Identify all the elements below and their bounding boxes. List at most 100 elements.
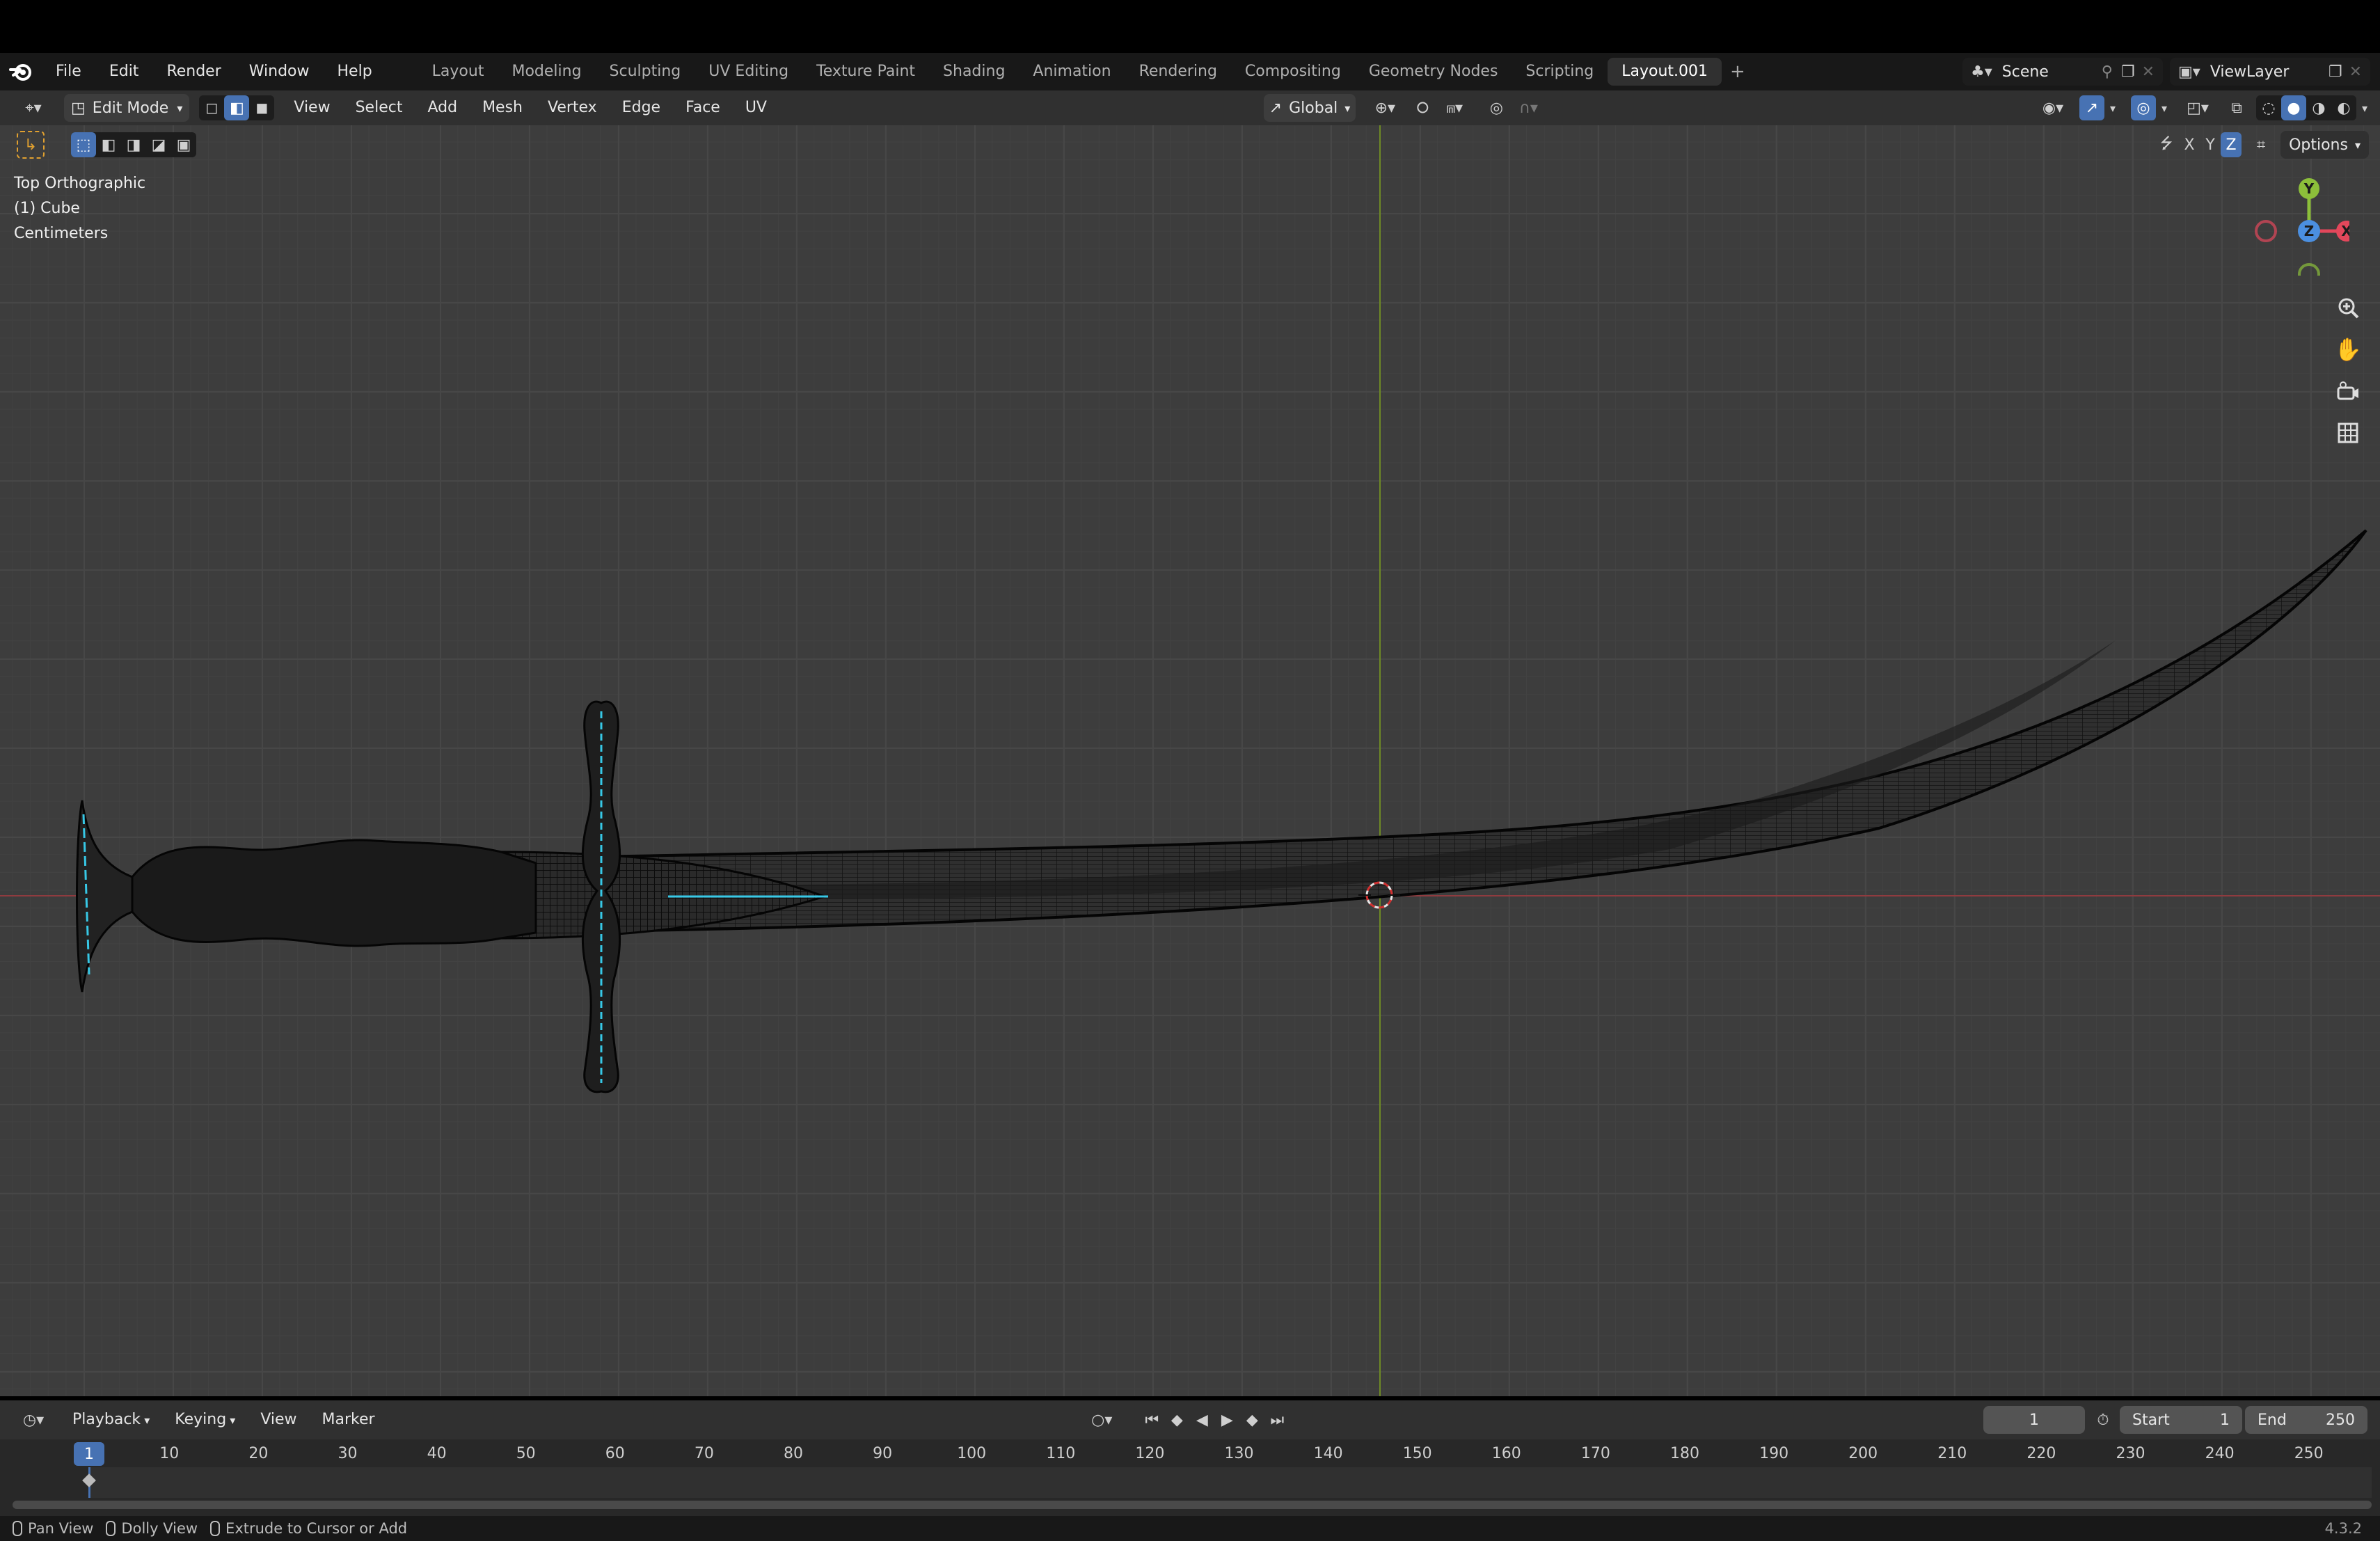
tab-scripting[interactable]: Scripting — [1512, 58, 1608, 86]
current-frame-field[interactable]: 1 — [1983, 1406, 2085, 1434]
menu-file[interactable]: File — [42, 58, 95, 86]
timeline-tick: 190 — [1759, 1445, 1789, 1462]
tab-sculpting[interactable]: Sculpting — [596, 58, 695, 86]
current-frame-value: 1 — [2029, 1411, 2039, 1429]
header-menu-add[interactable]: Add — [415, 94, 470, 122]
timeline-tick: 150 — [1402, 1445, 1432, 1462]
tab-rendering[interactable]: Rendering — [1125, 58, 1231, 86]
view-layer-name: ViewLayer — [2210, 63, 2290, 81]
snap-toggle-icon[interactable]: ⭘ — [1410, 95, 1435, 120]
snap-target-icon[interactable]: ⩎▾ — [1435, 95, 1474, 120]
mode-selector[interactable]: ◳ Edit Mode ▾ — [64, 94, 190, 122]
play-reverse-icon[interactable]: ◀ — [1189, 1407, 1214, 1432]
sword-mesh[interactable] — [0, 125, 2380, 1396]
mouse-right-icon — [210, 1521, 221, 1536]
tab-animation[interactable]: Animation — [1019, 58, 1125, 86]
falloff-icon[interactable]: ∩▾ — [1509, 95, 1548, 120]
timeline-menu-view[interactable]: View — [248, 1406, 309, 1434]
gizmo-dropdown-icon[interactable]: ▾ — [2104, 95, 2121, 120]
remove-scene-icon[interactable]: ✕ — [2142, 63, 2155, 81]
timeline-menu-playback[interactable]: Playback ▾ — [60, 1406, 162, 1434]
add-workspace-button[interactable]: + — [1722, 58, 1754, 86]
wireframe-shading-icon[interactable]: ◌ — [2256, 95, 2281, 120]
timeline-menu-keying[interactable]: Keying ▾ — [162, 1406, 248, 1434]
playhead-frame: 1 — [84, 1445, 94, 1463]
header-menu-mesh[interactable]: Mesh — [470, 94, 535, 122]
start-frame-field[interactable]: Start 1 — [2120, 1406, 2242, 1434]
tab-shading[interactable]: Shading — [929, 58, 1019, 86]
overlays-toggle-icon[interactable]: ◎ — [2131, 95, 2157, 120]
shading-dropdown-icon[interactable]: ▾ — [2356, 95, 2373, 120]
pivot-point-icon[interactable]: ⊕▾ — [1364, 95, 1406, 120]
tab-texture-paint[interactable]: Texture Paint — [802, 58, 929, 86]
timeline-tick: 40 — [427, 1445, 447, 1462]
timeline-tick: 110 — [1046, 1445, 1076, 1462]
header-menu-vertex[interactable]: Vertex — [535, 94, 610, 122]
playhead[interactable]: 1 — [74, 1442, 104, 1466]
remove-view-layer-icon[interactable]: ✕ — [2349, 63, 2362, 81]
chevron-down-icon: ▾ — [1344, 101, 1351, 115]
scene-selector[interactable]: ♣▾ Scene ⚲ ❐ ✕ — [1962, 58, 2163, 86]
visibility-icon[interactable]: ◉▾ — [2032, 95, 2074, 120]
blender-logo-icon[interactable] — [0, 58, 42, 86]
next-keyframe-icon[interactable]: ◆ — [1239, 1407, 1264, 1432]
tab-layout-001[interactable]: Layout.001 — [1608, 58, 1722, 86]
vertex-select-mode-icon[interactable]: ◻ — [199, 95, 224, 120]
new-scene-icon[interactable]: ❐ — [2121, 63, 2135, 81]
menu-edit[interactable]: Edit — [95, 58, 153, 86]
timeline-menu-marker[interactable]: Marker — [310, 1406, 388, 1434]
new-view-layer-icon[interactable]: ❐ — [2329, 63, 2342, 81]
timeline[interactable]: 10 20 30 40 50 60 70 80 90 100 110 120 130 140 150 160 1… — [0, 1439, 2380, 1516]
previous-keyframe-icon[interactable]: ◆ — [1164, 1407, 1189, 1432]
play-icon[interactable]: ▶ — [1214, 1407, 1239, 1432]
header-menu-face[interactable]: Face — [673, 94, 733, 122]
timeline-menu-label: Playback — [72, 1411, 141, 1428]
header-menu-select[interactable]: Select — [343, 94, 415, 122]
jump-to-end-icon[interactable]: ⏭ — [1264, 1407, 1290, 1432]
material-shading-icon[interactable]: ◑ — [2306, 95, 2331, 120]
mesh-edit-overlays-icon[interactable]: ◰▾ — [2178, 95, 2217, 120]
gizmo-toggle-icon[interactable]: ↗ — [2079, 95, 2105, 120]
pin-icon[interactable]: ⚲ — [2102, 63, 2113, 81]
timeline-tick: 160 — [1491, 1445, 1521, 1462]
start-label: Start — [2132, 1411, 2170, 1429]
proportional-editing-icon[interactable]: ◎ — [1484, 95, 1509, 120]
timeline-tick: 230 — [2116, 1445, 2145, 1462]
end-frame-field[interactable]: End 250 — [2245, 1406, 2367, 1434]
view-layer-selector[interactable]: ▣▾ ViewLayer ❐ ✕ — [2170, 58, 2370, 86]
menu-render[interactable]: Render — [152, 58, 235, 86]
tab-modeling[interactable]: Modeling — [498, 58, 595, 86]
overlays-dropdown-icon[interactable]: ▾ — [2156, 95, 2173, 120]
end-label: End — [2258, 1411, 2287, 1429]
timeline-menu-label: Keying — [175, 1411, 227, 1428]
editor-type-icon[interactable]: ⌖▾ — [14, 95, 53, 120]
menu-window[interactable]: Window — [235, 58, 324, 86]
solid-shading-icon[interactable]: ● — [2281, 95, 2307, 120]
tab-layout[interactable]: Layout — [418, 58, 498, 86]
preview-range-icon[interactable]: ⏱ — [2091, 1407, 2116, 1432]
timeline-scrollbar[interactable] — [13, 1501, 2372, 1509]
rendered-shading-icon[interactable]: ◐ — [2331, 95, 2356, 120]
3d-viewport[interactable]: ↳ ⬚ ◧ ◨ ◪ ▣ ⭍ X Y Z ⌗ Options ▾ Top Orth… — [0, 125, 2380, 1396]
grip[interactable] — [131, 839, 537, 947]
tab-compositing[interactable]: Compositing — [1231, 58, 1355, 86]
header-menu-uv[interactable]: UV — [733, 94, 779, 122]
status-dolly-label: Dolly View — [121, 1520, 198, 1537]
tab-uv-editing[interactable]: UV Editing — [695, 58, 802, 86]
timeline-editor-type-icon[interactable]: ◷▾ — [14, 1407, 53, 1432]
header-menu-view[interactable]: View — [281, 94, 342, 122]
mouse-middle-icon — [106, 1521, 116, 1536]
status-bar: Pan View Dolly View Extrude to Cursor or… — [0, 1516, 2380, 1541]
tab-geometry-nodes[interactable]: Geometry Nodes — [1355, 58, 1512, 86]
jump-to-start-icon[interactable]: ⏮ — [1139, 1407, 1164, 1432]
menu-help[interactable]: Help — [324, 58, 386, 86]
transform-orientation-selector[interactable]: ↗ Global ▾ — [1263, 94, 1356, 122]
xray-toggle-icon[interactable]: ⧉ — [2224, 95, 2249, 120]
face-select-mode-icon[interactable]: ◼ — [249, 95, 274, 120]
timeline-tick: 30 — [338, 1445, 358, 1462]
edge-select-mode-icon[interactable]: ◧ — [224, 95, 250, 120]
header-menu-edge[interactable]: Edge — [610, 94, 673, 122]
auto-keying-icon[interactable]: ○▾ — [1081, 1407, 1122, 1432]
timeline-tick: 100 — [957, 1445, 987, 1462]
pommel[interactable] — [76, 800, 134, 993]
